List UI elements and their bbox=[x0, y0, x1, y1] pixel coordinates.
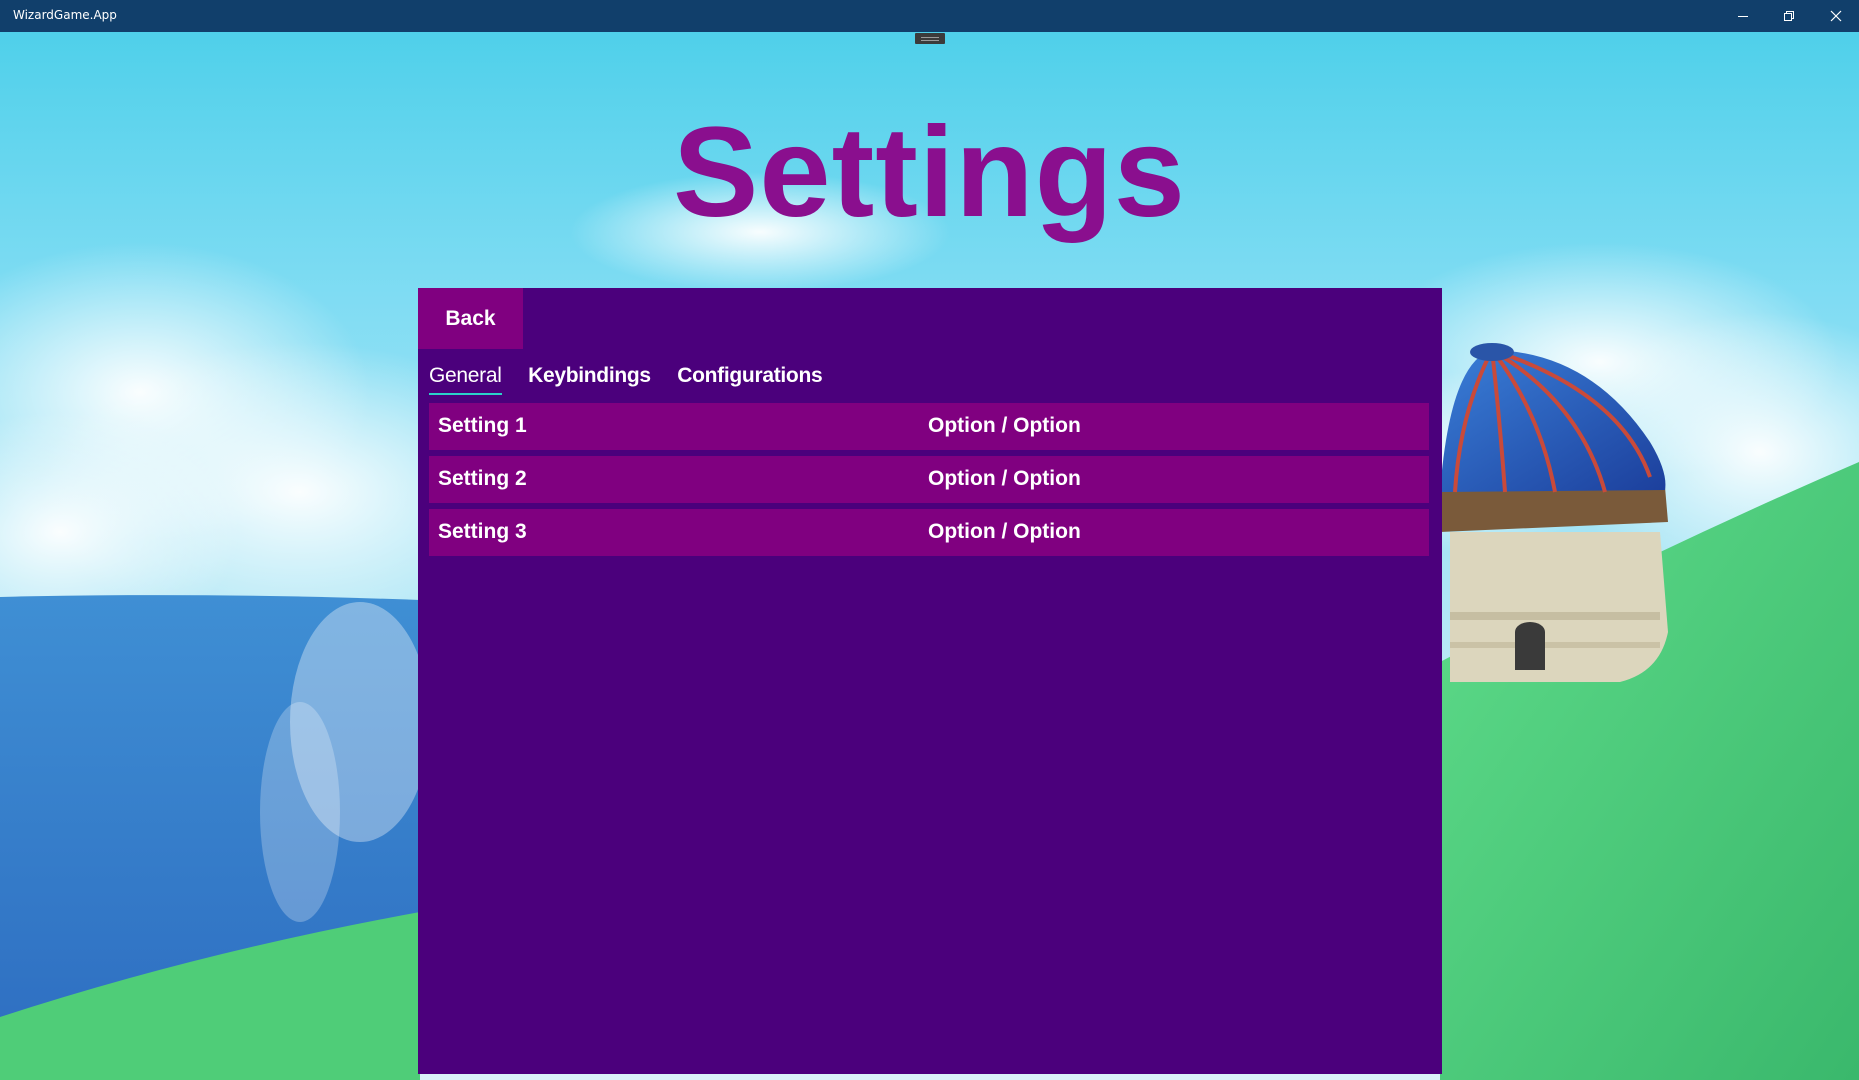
tab-general[interactable]: General bbox=[429, 364, 502, 395]
restore-icon bbox=[1784, 11, 1794, 21]
setting-row[interactable]: Setting 1 Option / Option bbox=[429, 403, 1429, 450]
settings-tabs: General Keybindings Configurations bbox=[429, 364, 844, 400]
back-button[interactable]: Back bbox=[418, 288, 523, 349]
setting-row[interactable]: Setting 3 Option / Option bbox=[429, 509, 1429, 556]
settings-panel: Back General Keybindings Configurations … bbox=[418, 288, 1442, 1074]
setting-option-toggle[interactable]: Option / Option bbox=[928, 520, 1081, 544]
window-title: WizardGame.App bbox=[13, 8, 117, 22]
tab-configurations[interactable]: Configurations bbox=[677, 364, 822, 393]
setting-option-toggle[interactable]: Option / Option bbox=[928, 414, 1081, 438]
setting-name: Setting 1 bbox=[438, 414, 527, 437]
setting-name: Setting 3 bbox=[438, 520, 527, 543]
minimize-icon bbox=[1738, 16, 1748, 17]
setting-option-toggle[interactable]: Option / Option bbox=[928, 467, 1081, 491]
tab-keybindings[interactable]: Keybindings bbox=[528, 364, 651, 393]
minimize-button[interactable] bbox=[1720, 0, 1766, 32]
restore-button[interactable] bbox=[1766, 0, 1812, 32]
close-button[interactable] bbox=[1813, 0, 1859, 32]
drag-handle[interactable] bbox=[915, 33, 945, 44]
app-window: WizardGame.App Settings Back General Key… bbox=[0, 0, 1859, 1080]
page-title: Settings bbox=[673, 101, 1186, 244]
setting-row[interactable]: Setting 2 Option / Option bbox=[429, 456, 1429, 503]
settings-list: Setting 1 Option / Option Setting 2 Opti… bbox=[429, 403, 1429, 562]
close-icon bbox=[1830, 10, 1842, 22]
title-bar[interactable]: WizardGame.App bbox=[0, 0, 1859, 32]
setting-name: Setting 2 bbox=[438, 467, 527, 490]
